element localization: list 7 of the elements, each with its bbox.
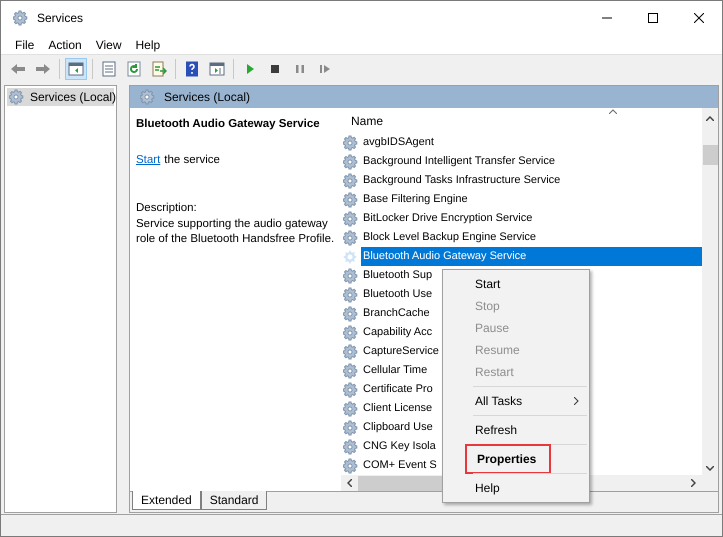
description-text: Service supporting the audio gateway role of the Bluetooth Handsfree Profile. (136, 216, 336, 247)
description-label: Description: (136, 200, 198, 216)
link-text: the service (164, 153, 220, 168)
window-title: Services (37, 10, 84, 27)
service-title: Bluetooth Audio Gateway Service (136, 117, 321, 132)
panel-title: Services (Local) (164, 89, 250, 106)
tree-item-label: Services (Local) (30, 89, 116, 106)
